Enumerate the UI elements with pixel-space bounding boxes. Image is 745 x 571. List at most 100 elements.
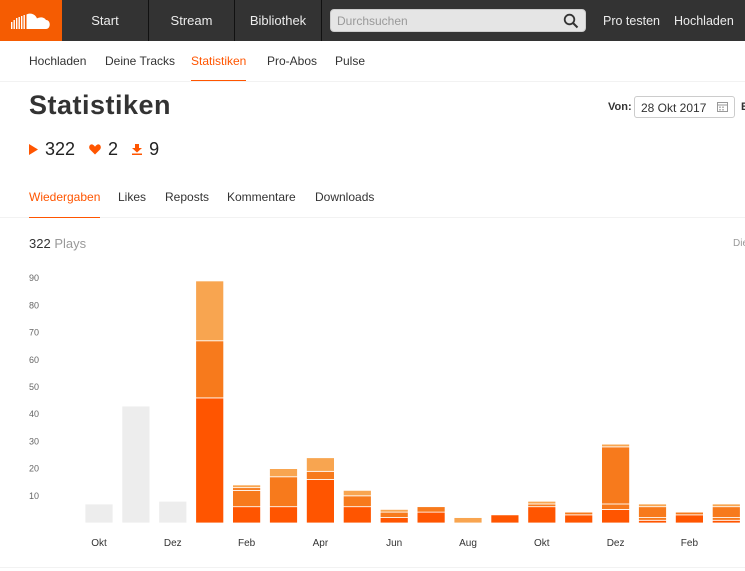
chart-bar[interactable] <box>490 514 520 524</box>
bar-segment <box>711 506 741 518</box>
likes-stat: 2 <box>89 139 118 160</box>
bar-segment <box>601 446 630 505</box>
soundcloud-cloud-icon <box>11 13 50 29</box>
chart-bar[interactable] <box>232 484 262 524</box>
search-input[interactable] <box>337 13 557 28</box>
calendar-icon <box>717 102 728 112</box>
chart-bar[interactable] <box>638 503 667 524</box>
chart-bar[interactable] <box>564 511 594 524</box>
bar-segment <box>711 519 741 524</box>
soundcloud-logo[interactable] <box>0 0 62 41</box>
bar-segment <box>564 511 594 516</box>
tab-downloads[interactable]: Downloads <box>315 181 374 217</box>
chart-bar[interactable] <box>121 405 151 524</box>
bar-segment <box>269 506 298 524</box>
bar-segment <box>269 476 298 508</box>
bar-segment <box>379 517 409 524</box>
x-tick-label: Aug <box>459 538 477 549</box>
plays-chart: 10 20 30 40 50 60 70 80 90 Okt Dez Feb Apr Jun Aug Okt D… <box>29 273 741 549</box>
chart-bar[interactable] <box>711 503 741 524</box>
bar-segment <box>638 503 667 508</box>
divider <box>0 567 745 568</box>
top-header: Start Stream Bibliothek Pro testen Hochl… <box>0 0 745 41</box>
bar-segment <box>416 511 446 524</box>
bar-segment <box>195 280 225 342</box>
bar-segment <box>711 517 741 521</box>
bar-segment <box>638 517 667 521</box>
subnav-statistiken[interactable]: Statistiken <box>191 41 247 81</box>
chart-bar[interactable] <box>305 457 335 524</box>
x-tick-label: Okt <box>534 538 550 549</box>
date-from-value: 28 Okt 2017 <box>641 101 707 115</box>
bar-segment <box>711 503 741 508</box>
bar-segment <box>84 503 114 524</box>
subnav-deine-tracks[interactable]: Deine Tracks <box>105 41 175 81</box>
bar-segment <box>232 487 262 491</box>
nav-start[interactable]: Start <box>62 0 149 41</box>
bar-segment <box>195 340 225 399</box>
bar-segment <box>601 443 630 448</box>
y-tick-label: 30 <box>29 436 39 446</box>
bar-segment <box>195 397 225 524</box>
plays-stat: 322 <box>29 139 75 160</box>
tab-likes[interactable]: Likes <box>118 181 146 217</box>
chart-option-cut[interactable]: Die <box>733 238 745 249</box>
chart-bar[interactable] <box>453 517 483 524</box>
pro-testen-link[interactable]: Pro testen <box>603 0 660 41</box>
bar-segment <box>232 489 262 508</box>
chart-bar[interactable] <box>158 500 188 524</box>
downloads-stat: 9 <box>132 139 159 160</box>
y-tick-label: 60 <box>29 355 39 365</box>
plays-total: 322 Plays <box>29 236 86 251</box>
tab-reposts[interactable]: Reposts <box>165 181 209 217</box>
date-from-picker[interactable]: 28 Okt 2017 <box>634 96 735 118</box>
hochladen-link[interactable]: Hochladen <box>674 0 734 41</box>
subnav-pulse[interactable]: Pulse <box>335 41 365 81</box>
nav-bibliothek[interactable]: Bibliothek <box>235 0 322 41</box>
x-tick-label: Dez <box>607 538 625 549</box>
plays-count: 322 <box>45 139 76 159</box>
chart-bar[interactable] <box>527 500 557 524</box>
bar-segment <box>527 506 557 524</box>
x-tick-label: Jun <box>386 538 402 549</box>
bar-segment <box>342 506 372 524</box>
bar-segment <box>305 457 335 472</box>
search-icon[interactable] <box>563 13 579 29</box>
bar-segment <box>342 489 372 497</box>
chart-bar[interactable] <box>195 280 225 524</box>
chart-bar[interactable] <box>84 503 114 524</box>
bar-segment <box>675 511 704 516</box>
date-from-label: Von: <box>608 101 632 113</box>
x-tick-label: Okt <box>91 538 107 549</box>
bar-segment <box>601 508 630 524</box>
sub-navigation: Hochladen Deine Tracks Statistiken Pro-A… <box>0 41 745 82</box>
bar-segment <box>121 405 151 524</box>
tab-wiedergaben[interactable]: Wiedergaben <box>29 181 101 218</box>
chart-bar[interactable] <box>342 489 372 524</box>
x-tick-label: Apr <box>313 538 329 549</box>
chart-bar[interactable] <box>379 508 409 524</box>
bar-segment <box>490 514 520 524</box>
bar-segment <box>342 495 372 508</box>
subnav-pro-abos[interactable]: Pro-Abos <box>267 41 317 81</box>
bar-segment <box>675 514 704 524</box>
nav-stream[interactable]: Stream <box>149 0 235 41</box>
subnav-hochladen[interactable]: Hochladen <box>29 41 86 81</box>
chart-bar[interactable] <box>601 443 630 524</box>
chart-bar[interactable] <box>675 511 704 524</box>
bar-segment <box>158 500 188 524</box>
bar-segment <box>564 514 594 524</box>
y-tick-label: 70 <box>29 328 39 338</box>
x-tick-label: Feb <box>681 538 699 549</box>
tab-kommentare[interactable]: Kommentare <box>227 181 296 217</box>
date-to-label-cut: B <box>741 101 745 113</box>
x-tick-label: Dez <box>164 538 182 549</box>
chart-bar[interactable] <box>269 468 298 524</box>
bar-segment <box>379 508 409 513</box>
stats-summary: 322 2 9 <box>29 139 173 160</box>
download-icon <box>132 144 143 155</box>
likes-count: 2 <box>108 139 119 159</box>
downloads-count: 9 <box>149 139 160 159</box>
bar-segment <box>269 468 298 478</box>
chart-bar[interactable] <box>416 506 446 524</box>
